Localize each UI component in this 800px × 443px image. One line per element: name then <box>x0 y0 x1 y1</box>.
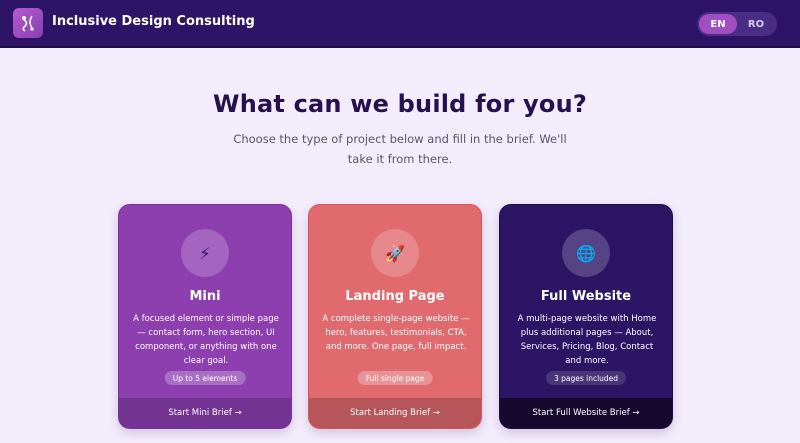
card-description: A complete single-page website — hero, f… <box>322 314 470 352</box>
globe-icon: 🌐 <box>562 229 610 277</box>
abstract-figure-icon <box>22 15 34 32</box>
rocket-icon: 🚀 <box>371 229 419 277</box>
card-landing-page[interactable]: 🚀 Landing Page A complete single-page we… <box>308 204 482 429</box>
card-badge: Up to 5 elements <box>164 371 246 385</box>
language-ro-button[interactable]: RO <box>737 14 775 34</box>
logo[interactable] <box>13 8 43 38</box>
card-full-website[interactable]: 🌐 Full Website A multi-page website with… <box>499 204 673 429</box>
start-full-website-brief-button[interactable]: Start Full Website Brief → <box>500 398 672 428</box>
top-bar: Inclusive Design Consulting EN RO <box>0 0 800 48</box>
card-description: A focused element or simple page — conta… <box>133 314 279 366</box>
start-mini-brief-button[interactable]: Start Mini Brief → <box>119 398 291 428</box>
card-title: Mini <box>189 289 221 304</box>
card-description: A multi-page website with Home plus addi… <box>517 314 657 366</box>
page-subtitle: Choose the type of project below and fil… <box>233 132 567 166</box>
page-title: What can we build for you? <box>213 90 587 118</box>
card-title: Landing Page <box>345 289 445 304</box>
card-title: Full Website <box>540 289 632 304</box>
card-badge: Full single page <box>357 371 433 385</box>
card-mini[interactable]: ⚡ Mini A focused element or simple page … <box>118 204 292 429</box>
lightning-icon: ⚡ <box>181 229 229 277</box>
language-switcher: EN RO <box>697 12 777 36</box>
card-badge: 3 pages included <box>545 371 627 385</box>
start-landing-brief-button[interactable]: Start Landing Brief → <box>309 398 481 428</box>
brand-name[interactable]: Inclusive Design Consulting <box>52 14 255 29</box>
language-en-button[interactable]: EN <box>699 14 737 34</box>
